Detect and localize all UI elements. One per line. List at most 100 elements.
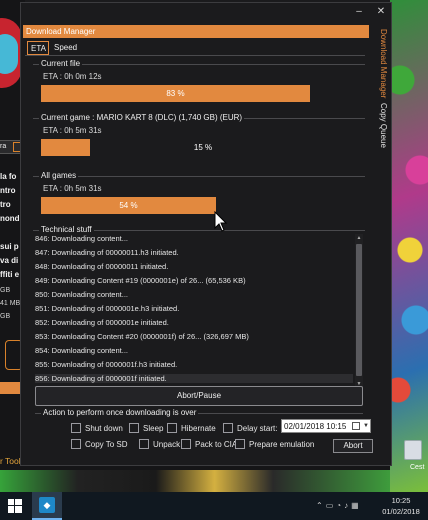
log-line: 846: Downloading content... [35,234,128,243]
current-file-progress-label: 83 % [166,89,185,98]
all-games-group: All games ETA : 0h 5m 31s 54 % [33,171,365,221]
current-game-label: Current game : MARIO KART 8 (DLC) (1,740… [39,113,245,122]
prepare-emulation-checkbox[interactable] [235,439,245,449]
close-button[interactable]: ✕ [375,6,387,18]
scroll-up-icon[interactable]: ▲ [355,234,363,242]
background-text: va di [0,256,19,265]
background-text: la fo [0,172,17,181]
sleep-label: Sleep [143,424,164,433]
pack-to-cia-checkbox[interactable] [181,439,191,449]
prepare-emulation-label: Prepare emulation [249,440,315,449]
app-icon: ◆ [39,497,55,513]
shutdown-checkbox[interactable] [71,423,81,433]
background-text: tro [0,200,11,209]
log-line-selected: 856: Downloading of 0000001f initiated. [35,374,353,383]
group-border [33,64,365,65]
all-games-progress: 54 % [41,197,365,214]
background-text: nond [0,214,20,223]
recycle-bin-icon[interactable] [404,440,422,460]
log-scrollbar[interactable]: ▲ ▼ [355,234,363,388]
desktop-wallpaper [390,0,428,492]
post-download-options: Action to perform once downloading is ov… [35,408,373,455]
taskbar-clock[interactable]: 10:25 01/02/2018 [378,495,424,517]
group-border [33,176,365,177]
window-titlebar[interactable]: – ✕ [21,3,391,23]
current-file-eta: ETA : 0h 0m 12s [43,72,102,81]
keyboard-icon[interactable]: ▦ [351,501,362,510]
chevron-up-icon[interactable]: ⌃ [316,501,326,510]
delay-start-checkbox[interactable] [223,423,233,433]
download-panel: Download Manager ETA Speed Current file … [23,25,373,463]
network-icon[interactable]: ▭ [326,501,337,510]
wifi-icon[interactable]: ◔ [336,501,344,510]
log-line: 852: Downloading of 0000001e initiated. [35,318,169,327]
background-text: sui p [0,242,19,251]
system-tray-icons[interactable]: ⌃▭◔♪▦ [316,501,362,510]
windows-logo-icon [8,499,22,513]
log-line: 849: Downloading Content #19 (0000001e) … [35,276,246,285]
log-line: 847: Downloading of 00000011.h3 initiate… [35,248,179,257]
current-file-progress: 83 % [41,85,365,102]
current-file-label: Current file [39,59,83,68]
delay-datetime-picker[interactable]: 02/01/2018 10:15 ▼ [281,419,371,433]
current-game-eta: ETA : 0h 5m 31s [43,126,102,135]
clock-date: 01/02/2018 [382,507,420,516]
log-line: 854: Downloading content... [35,346,128,355]
current-file-group: Current file ETA : 0h 0m 12s 83 % [33,59,365,109]
delay-datetime-value: 02/01/2018 10:15 [284,422,347,431]
copy-to-sd-label: Copy To SD [85,440,128,449]
delay-start-label: Delay start: [237,424,278,433]
background-size: 41 MB [0,300,21,307]
log-line: 848: Downloading of 00000011 initiated. [35,262,169,271]
side-tab-download-manager[interactable]: Download Manager [377,29,391,99]
side-tab-copy-queue[interactable]: Copy Queue [377,103,391,153]
options-label: Action to perform once downloading is ov… [41,408,199,417]
hibernate-label: Hibernate [181,424,216,433]
minimize-button[interactable]: – [353,6,365,18]
technical-group: Technical stuff [33,225,365,234]
shutdown-label: Shut down [85,424,123,433]
abort-pause-button[interactable]: Abort/Pause [35,386,363,406]
log-line: 853: Downloading Content #20 (0000001f) … [35,332,249,341]
taskbar: ◆ ⌃▭◔♪▦ 10:25 01/02/2018 [0,492,428,520]
copy-to-sd-checkbox[interactable] [71,439,81,449]
background-size: GB [0,313,11,320]
all-games-progress-label: 54 % [119,201,138,210]
background-logo-detail [0,34,18,74]
technical-log[interactable]: 846: Downloading content... 847: Downloa… [35,234,363,388]
hibernate-checkbox[interactable] [167,423,177,433]
tab-speed[interactable]: Speed [51,41,91,55]
all-games-eta: ETA : 0h 5m 31s [43,184,102,193]
current-game-progress: 15 % [41,139,365,156]
current-game-progress-label: 15 % [193,143,213,152]
panel-header: Download Manager [23,25,369,38]
unpack-checkbox[interactable] [139,439,149,449]
mouse-cursor-icon [214,211,228,232]
side-tab-download-manager-label: Download Manager [379,29,388,99]
current-game-group: Current game : MARIO KART 8 (DLC) (1,740… [33,113,365,163]
download-manager-window: – ✕ Download Manager ETA Speed Current f… [20,2,392,466]
unpack-label: Unpack [153,440,181,449]
background-text: ffiti e [0,270,20,279]
desktop-wallpaper-bottom [0,470,390,492]
tab-divider [25,55,365,56]
calendar-icon[interactable] [352,422,360,430]
start-button[interactable] [0,492,30,520]
all-games-label: All games [39,171,79,180]
scrollbar-thumb[interactable] [356,244,362,376]
background-size: GB [0,287,11,294]
pack-to-cia-label: Pack to CIA [195,440,238,449]
dropdown-arrow-icon[interactable]: ▼ [363,420,369,433]
log-line: 855: Downloading of 0000001f.h3 initiate… [35,360,178,369]
background-text: ntro [0,186,16,195]
clock-time: 10:25 [391,496,411,505]
recycle-bin-label: Cest [410,464,425,471]
side-tab-copy-queue-label: Copy Queue [379,103,388,148]
abort-button[interactable]: Abort [333,439,373,453]
technical-label: Technical stuff [39,225,94,234]
sleep-checkbox[interactable] [129,423,139,433]
tab-eta[interactable]: ETA [27,41,49,55]
log-line: 850: Downloading content... [35,290,128,299]
taskbar-app-button[interactable]: ◆ [32,492,62,520]
background-strip-text: ra [0,143,7,150]
